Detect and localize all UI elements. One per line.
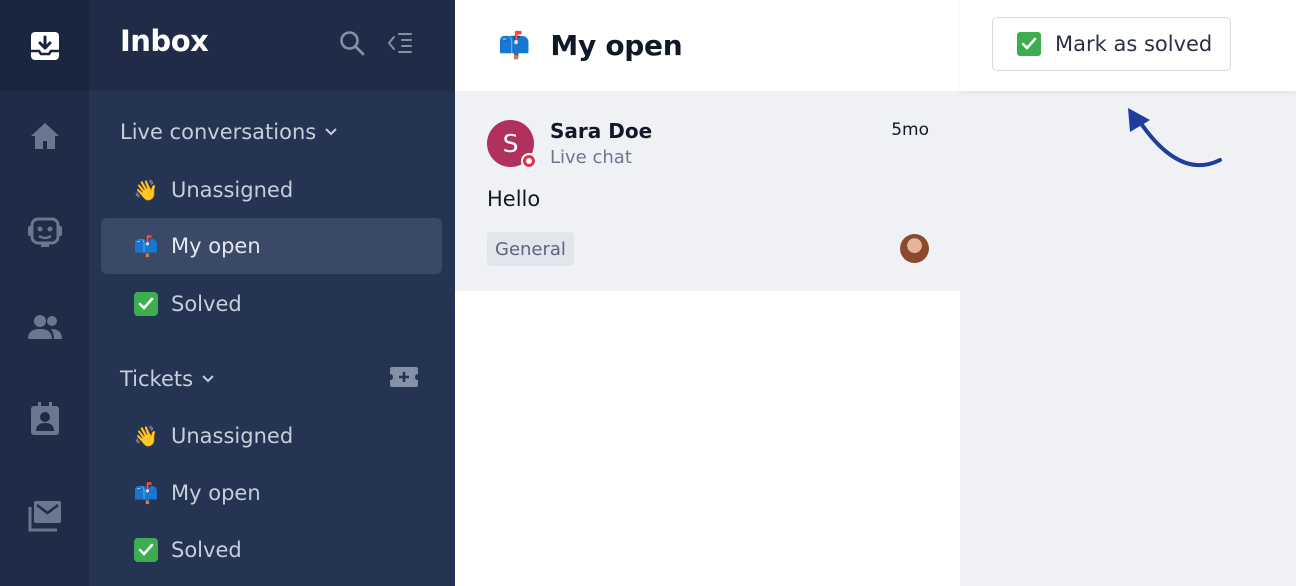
- live-status-icon: [521, 153, 537, 169]
- rail-bot-button[interactable]: [0, 212, 89, 250]
- people-icon: [27, 315, 62, 339]
- mailbox-emoji: 📫: [133, 234, 159, 258]
- sidebar-title: Inbox: [120, 24, 209, 58]
- message-preview: Hello: [487, 187, 541, 211]
- inbox-icon: [30, 31, 59, 60]
- contact-name: Sara Doe: [550, 119, 653, 143]
- conversation-pane: Mark as solved: [960, 0, 1296, 586]
- search-button[interactable]: [339, 30, 365, 60]
- tickets-label: Tickets: [120, 367, 194, 391]
- home-icon: [30, 123, 59, 149]
- rail-people-button[interactable]: [0, 313, 89, 341]
- sidebar-item-label: My open: [171, 234, 261, 258]
- check-icon: [134, 292, 158, 316]
- mark-as-solved-button[interactable]: Mark as solved: [992, 17, 1231, 71]
- inbox-sidebar: Inbox Live conversations 👋 Unassigned 📫 …: [89, 0, 455, 586]
- sidebar-item-label: Solved: [171, 292, 242, 316]
- page-title: My open: [550, 29, 683, 62]
- check-icon: [134, 538, 158, 562]
- chevron-down-icon: [325, 128, 337, 136]
- bot-icon: [27, 217, 62, 247]
- waving-hand-emoji: 👋: [133, 424, 159, 448]
- check-icon: [1017, 32, 1041, 56]
- sidebar-item-tickets-my-open[interactable]: 📫 My open: [101, 465, 442, 521]
- sidebar-item-label: Solved: [171, 538, 242, 562]
- rail-inbox-button[interactable]: [0, 0, 89, 91]
- assignee-avatar: [900, 234, 929, 263]
- add-ticket-button[interactable]: [389, 366, 419, 392]
- conversation-list: 📫 My open S Sara Doe Live chat 5mo Hello…: [455, 0, 960, 586]
- mailbox-emoji: 📫: [498, 30, 531, 61]
- sidebar-item-live-solved[interactable]: Solved: [101, 276, 442, 332]
- waving-hand-emoji: 👋: [133, 178, 159, 202]
- sidebar-item-tickets-unassigned[interactable]: 👋 Unassigned: [101, 408, 442, 464]
- mailbox-emoji: 📫: [133, 481, 159, 505]
- conversation-item[interactable]: S Sara Doe Live chat 5mo Hello General: [455, 91, 960, 291]
- sidebar-item-label: Unassigned: [171, 178, 294, 202]
- add-ticket-icon: [390, 367, 418, 387]
- collapse-sidebar-button[interactable]: [387, 31, 413, 59]
- channel-label: Live chat: [550, 147, 632, 168]
- sidebar-item-live-unassigned[interactable]: 👋 Unassigned: [101, 162, 442, 218]
- live-conversations-label: Live conversations: [120, 120, 317, 144]
- mark-as-solved-label: Mark as solved: [1055, 32, 1213, 56]
- annotation-arrow-icon: [1128, 108, 1222, 168]
- rail-home-button[interactable]: [0, 121, 89, 151]
- tickets-section-toggle[interactable]: Tickets: [120, 367, 215, 391]
- check-mark-emoji: [132, 292, 160, 316]
- icon-rail: [0, 0, 89, 586]
- chevron-down-icon: [202, 375, 214, 383]
- timestamp: 5mo: [891, 120, 929, 140]
- search-icon: [340, 31, 365, 56]
- sidebar-item-tickets-solved[interactable]: Solved: [101, 522, 442, 578]
- sidebar-header: Inbox: [89, 0, 455, 91]
- tag-badge: General: [487, 232, 574, 266]
- rail-mail-button[interactable]: [0, 500, 89, 532]
- sidebar-item-label: My open: [171, 481, 261, 505]
- mail-stack-icon: [28, 501, 61, 532]
- collapse-sidebar-icon: [387, 33, 412, 53]
- pane-header: Mark as solved: [960, 0, 1296, 91]
- check-mark-emoji: [132, 538, 160, 562]
- list-header: 📫 My open: [455, 0, 960, 91]
- rail-contacts-button[interactable]: [0, 402, 89, 436]
- sidebar-item-label: Unassigned: [171, 424, 294, 448]
- contact-icon: [30, 402, 59, 435]
- live-conversations-section-toggle[interactable]: Live conversations: [120, 120, 338, 144]
- sidebar-item-live-my-open[interactable]: 📫 My open: [101, 218, 442, 274]
